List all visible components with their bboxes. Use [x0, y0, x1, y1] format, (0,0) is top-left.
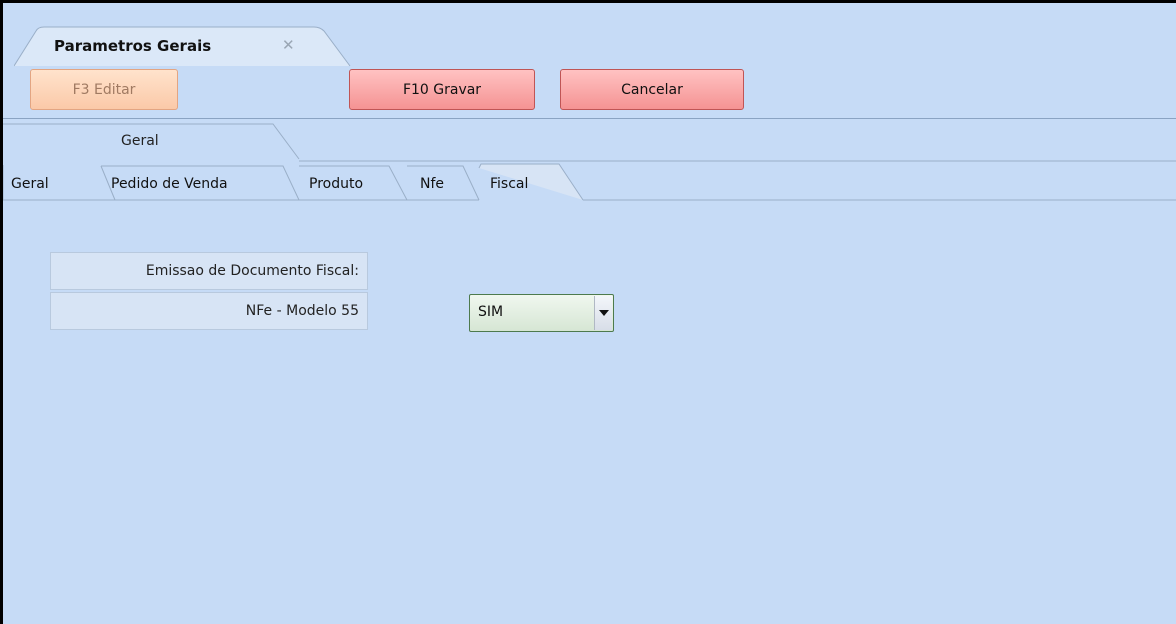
toolbar-divider — [3, 118, 1176, 119]
tab-produto[interactable]: Produto — [309, 176, 363, 192]
subtab-bar: Geral Pedido de Venda Produto Nfe Fiscal — [3, 158, 1176, 204]
tab-fiscal[interactable]: Fiscal — [490, 176, 528, 192]
tab-geral[interactable]: Geral — [11, 176, 49, 192]
edit-button[interactable]: F3 Editar — [30, 69, 178, 110]
save-button[interactable]: F10 Gravar — [349, 69, 535, 110]
field-label-nfe-modelo-55: NFe - Modelo 55 — [50, 292, 368, 330]
application-window: Parametros Gerais ✕ F3 Editar F10 Gravar… — [0, 0, 1176, 624]
nfe-modelo-55-value: SIM — [478, 304, 504, 320]
nfe-modelo-55-select[interactable]: SIM — [469, 294, 614, 332]
cancel-button[interactable]: Cancelar — [560, 69, 744, 110]
chevron-down-icon[interactable] — [594, 296, 612, 330]
close-icon[interactable]: ✕ — [282, 36, 295, 54]
group-tab-label: Geral — [121, 133, 159, 149]
tab-pedido-de-venda[interactable]: Pedido de Venda — [111, 176, 228, 192]
section-label-emissao: Emissao de Documento Fiscal: — [50, 252, 368, 290]
document-tab-title: Parametros Gerais — [54, 37, 212, 55]
dropdown-arrow-shape — [598, 310, 609, 316]
group-tab-geral[interactable]: Geral — [3, 123, 303, 163]
document-tab[interactable]: Parametros Gerais ✕ — [14, 25, 351, 67]
tab-nfe[interactable]: Nfe — [420, 176, 444, 192]
